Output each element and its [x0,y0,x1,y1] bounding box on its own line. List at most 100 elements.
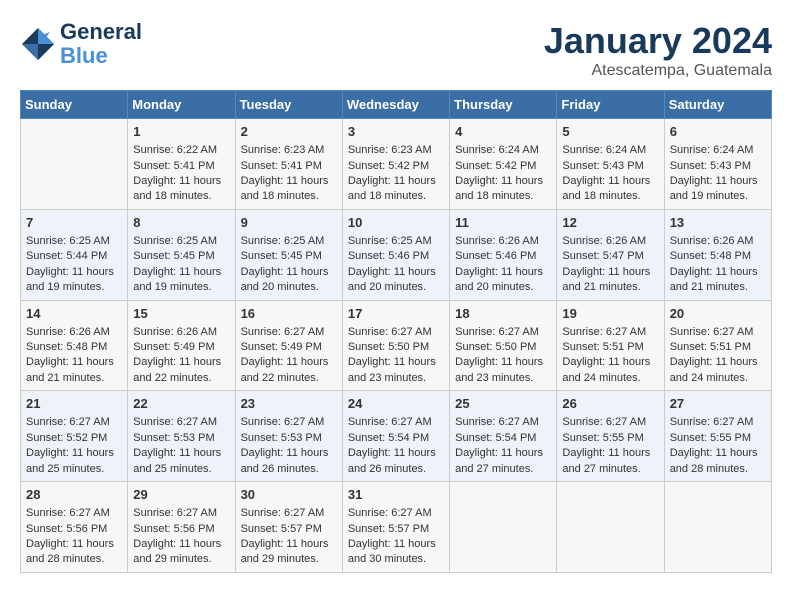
calendar-subtitle: Atescatempa, Guatemala [544,62,772,80]
day-number: 27 [670,395,766,413]
calendar-cell: 15Sunrise: 6:26 AM Sunset: 5:49 PM Dayli… [128,300,235,391]
day-info: Sunrise: 6:27 AM Sunset: 5:55 PM Dayligh… [562,415,658,477]
day-info: Sunrise: 6:24 AM Sunset: 5:43 PM Dayligh… [562,143,658,205]
day-number: 31 [348,486,444,504]
calendar-cell: 29Sunrise: 6:27 AM Sunset: 5:56 PM Dayli… [128,482,235,573]
calendar-week-row: 28Sunrise: 6:27 AM Sunset: 5:56 PM Dayli… [21,482,772,573]
day-info: Sunrise: 6:24 AM Sunset: 5:43 PM Dayligh… [670,143,766,205]
calendar-cell: 14 Sunrise: 6:26 AM Sunset: 5:48 PM Dayli… [21,300,128,391]
weekday-header-row: SundayMondayTuesdayWednesdayThursdayFrid… [21,91,772,119]
logo: GeneralBlue [20,20,142,68]
day-info: Sunrise: 6:26 AM Sunset: 5:47 PM Dayligh… [562,234,658,296]
calendar-cell: 28Sunrise: 6:27 AM Sunset: 5:56 PM Dayli… [21,482,128,573]
day-info: Sunrise: 6:27 AM Sunset: 5:55 PM Dayligh… [670,415,766,477]
day-number: 5 [562,123,658,141]
day-info: Sunrise: 6:27 AM Sunset: 5:50 PM Dayligh… [455,325,551,387]
calendar-cell: 19 Sunrise: 6:27 AM Sunset: 5:51 PM Dayli… [557,300,664,391]
day-info: Sunrise: 6:27 AM Sunset: 5:54 PM Dayligh… [455,415,551,477]
weekday-header: Thursday [450,91,557,119]
weekday-header: Friday [557,91,664,119]
calendar-cell: 24 Sunrise: 6:27 AM Sunset: 5:54 PM Dayli… [342,391,449,482]
day-number: 25 [455,395,551,413]
day-number: 22 [133,395,229,413]
calendar-cell: 26Sunrise: 6:27 AM Sunset: 5:55 PM Dayli… [557,391,664,482]
calendar-cell: 18Sunrise: 6:27 AM Sunset: 5:50 PM Dayli… [450,300,557,391]
weekday-header: Saturday [664,91,771,119]
day-number: 14 [26,305,122,323]
calendar-cell [557,482,664,573]
day-number: 12 [562,214,658,232]
day-number: 4 [455,123,551,141]
day-number: 7 [26,214,122,232]
day-number: 23 [241,395,337,413]
day-number: 16 [241,305,337,323]
calendar-cell: 23Sunrise: 6:27 AM Sunset: 5:53 PM Dayli… [235,391,342,482]
calendar-cell: 8 Sunrise: 6:25 AM Sunset: 5:45 PM Daylig… [128,209,235,300]
day-info: Sunrise: 6:27 AM Sunset: 5:56 PM Dayligh… [26,506,122,568]
calendar-cell: 16 Sunrise: 6:27 AM Sunset: 5:49 PM Dayli… [235,300,342,391]
day-info: Sunrise: 6:27 AM Sunset: 5:49 PM Dayligh… [241,325,337,387]
day-info: Sunrise: 6:22 AM Sunset: 5:41 PM Dayligh… [133,143,229,205]
day-info: Sunrise: 6:26 AM Sunset: 5:46 PM Dayligh… [455,234,551,296]
day-number: 9 [241,214,337,232]
calendar-cell: 11 Sunrise: 6:26 AM Sunset: 5:46 PM Dayli… [450,209,557,300]
calendar-cell: 4 Sunrise: 6:24 AM Sunset: 5:42 PM Daylig… [450,119,557,210]
day-number: 10 [348,214,444,232]
calendar-cell [450,482,557,573]
title-block: January 2024 Atescatempa, Guatemala [544,20,772,80]
calendar-cell [21,119,128,210]
weekday-header: Tuesday [235,91,342,119]
calendar-cell [664,482,771,573]
day-number: 19 [562,305,658,323]
day-info: Sunrise: 6:27 AM Sunset: 5:53 PM Dayligh… [133,415,229,477]
calendar-cell: 3Sunrise: 6:23 AM Sunset: 5:42 PM Daylig… [342,119,449,210]
day-info: Sunrise: 6:25 AM Sunset: 5:45 PM Dayligh… [241,234,337,296]
day-info: Sunrise: 6:25 AM Sunset: 5:46 PM Dayligh… [348,234,444,296]
calendar-table: SundayMondayTuesdayWednesdayThursdayFrid… [20,90,772,573]
day-info: Sunrise: 6:25 AM Sunset: 5:44 PM Dayligh… [26,234,122,296]
day-info: Sunrise: 6:26 AM Sunset: 5:48 PM Dayligh… [26,325,122,387]
day-info: Sunrise: 6:27 AM Sunset: 5:57 PM Dayligh… [348,506,444,568]
weekday-header: Wednesday [342,91,449,119]
day-number: 15 [133,305,229,323]
calendar-cell: 10 Sunrise: 6:25 AM Sunset: 5:46 PM Dayli… [342,209,449,300]
day-number: 20 [670,305,766,323]
calendar-cell: 25 Sunrise: 6:27 AM Sunset: 5:54 PM Dayli… [450,391,557,482]
calendar-cell: 1Sunrise: 6:22 AM Sunset: 5:41 PM Daylig… [128,119,235,210]
day-number: 3 [348,123,444,141]
calendar-cell: 9 Sunrise: 6:25 AM Sunset: 5:45 PM Daylig… [235,209,342,300]
calendar-week-row: 14 Sunrise: 6:26 AM Sunset: 5:48 PM Dayli… [21,300,772,391]
calendar-cell: 17Sunrise: 6:27 AM Sunset: 5:50 PM Dayli… [342,300,449,391]
calendar-cell: 12 Sunrise: 6:26 AM Sunset: 5:47 PM Dayli… [557,209,664,300]
weekday-header: Monday [128,91,235,119]
calendar-week-row: 21Sunrise: 6:27 AM Sunset: 5:52 PM Dayli… [21,391,772,482]
calendar-cell: 13 Sunrise: 6:26 AM Sunset: 5:48 PM Dayli… [664,209,771,300]
page-header: GeneralBlue January 2024 Atescatempa, Gu… [20,20,772,80]
day-info: Sunrise: 6:27 AM Sunset: 5:51 PM Dayligh… [562,325,658,387]
calendar-cell: 31 Sunrise: 6:27 AM Sunset: 5:57 PM Dayli… [342,482,449,573]
day-number: 2 [241,123,337,141]
calendar-cell: 22 Sunrise: 6:27 AM Sunset: 5:53 PM Dayli… [128,391,235,482]
calendar-title: January 2024 [544,20,772,62]
day-number: 13 [670,214,766,232]
weekday-header: Sunday [21,91,128,119]
day-number: 29 [133,486,229,504]
day-number: 6 [670,123,766,141]
day-info: Sunrise: 6:27 AM Sunset: 5:51 PM Dayligh… [670,325,766,387]
day-number: 8 [133,214,229,232]
day-number: 11 [455,214,551,232]
day-number: 24 [348,395,444,413]
day-info: Sunrise: 6:23 AM Sunset: 5:41 PM Dayligh… [241,143,337,205]
calendar-cell: 21Sunrise: 6:27 AM Sunset: 5:52 PM Dayli… [21,391,128,482]
day-number: 30 [241,486,337,504]
calendar-week-row: 7 Sunrise: 6:25 AM Sunset: 5:44 PM Daylig… [21,209,772,300]
day-info: Sunrise: 6:24 AM Sunset: 5:42 PM Dayligh… [455,143,551,205]
logo-name: GeneralBlue [60,20,142,68]
calendar-cell: 20 Sunrise: 6:27 AM Sunset: 5:51 PM Dayli… [664,300,771,391]
calendar-cell: 6 Sunrise: 6:24 AM Sunset: 5:43 PM Daylig… [664,119,771,210]
calendar-cell: 7 Sunrise: 6:25 AM Sunset: 5:44 PM Daylig… [21,209,128,300]
day-info: Sunrise: 6:25 AM Sunset: 5:45 PM Dayligh… [133,234,229,296]
day-info: Sunrise: 6:27 AM Sunset: 5:54 PM Dayligh… [348,415,444,477]
day-info: Sunrise: 6:27 AM Sunset: 5:50 PM Dayligh… [348,325,444,387]
day-info: Sunrise: 6:26 AM Sunset: 5:48 PM Dayligh… [670,234,766,296]
